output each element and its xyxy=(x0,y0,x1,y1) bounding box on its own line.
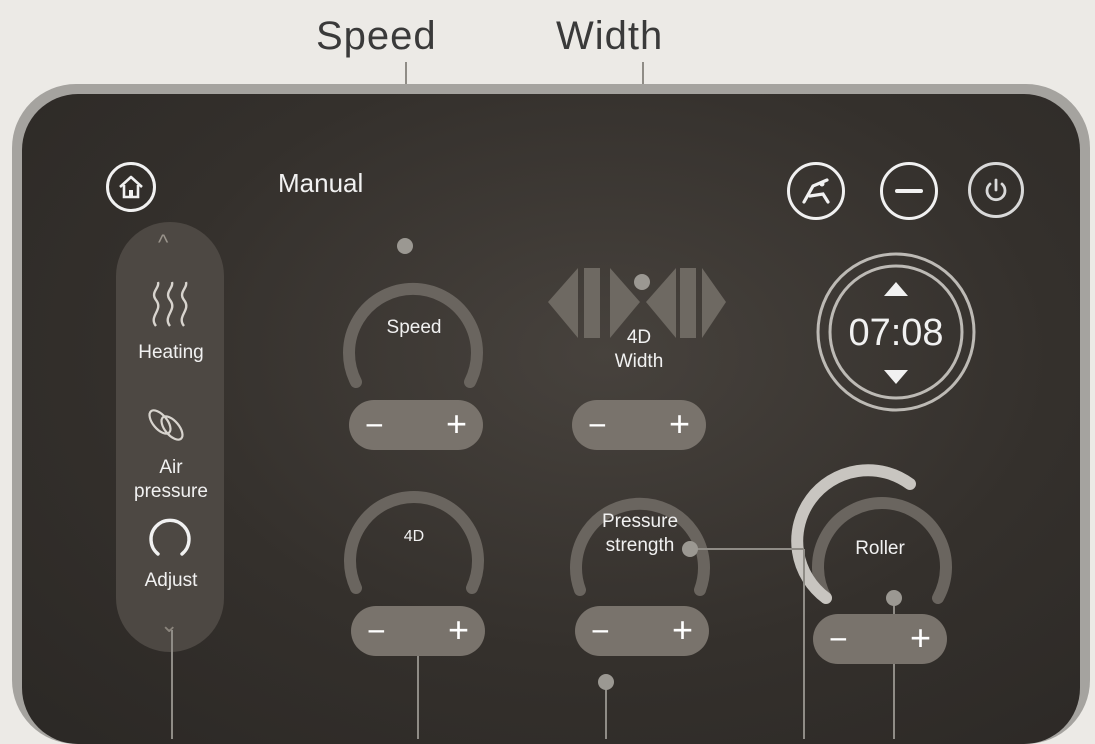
roller-knob-level xyxy=(791,464,916,604)
pressure-plus-button[interactable]: + xyxy=(672,612,693,648)
bottom-callout-dot xyxy=(598,674,614,690)
speed-callout-dot xyxy=(397,238,413,254)
width-stepper: − + xyxy=(572,400,706,450)
width-plus-button[interactable]: + xyxy=(669,406,690,442)
pressure-knob-label: Pressure strength xyxy=(601,511,679,556)
roller-callout-dot xyxy=(886,590,902,606)
width-knob-label: 4D Width xyxy=(614,327,664,372)
speed-stepper: − + xyxy=(349,400,483,450)
roller-knob-label: Roller xyxy=(855,538,905,559)
roller-plus-button[interactable]: + xyxy=(910,620,931,656)
width-callout-dot xyxy=(634,274,650,290)
pressure-minus-button[interactable]: − xyxy=(591,615,610,647)
fourd-stepper: − + xyxy=(351,606,485,656)
timer-value: 07:08 xyxy=(848,312,944,354)
fourd-plus-button[interactable]: + xyxy=(448,612,469,648)
roller-minus-button[interactable]: − xyxy=(829,623,848,655)
fourd-minus-button[interactable]: − xyxy=(367,615,386,647)
timer-up-button[interactable] xyxy=(878,278,914,300)
pressure-stepper: − + xyxy=(575,606,709,656)
fourd-knob-label: 4D xyxy=(403,528,425,545)
width-minus-button[interactable]: − xyxy=(588,409,607,441)
speed-knob-label: Speed xyxy=(386,317,442,338)
timer-down-button[interactable] xyxy=(878,366,914,388)
roller-stepper: − + xyxy=(813,614,947,664)
speed-plus-button[interactable]: + xyxy=(446,406,467,442)
speed-minus-button[interactable]: − xyxy=(365,409,384,441)
